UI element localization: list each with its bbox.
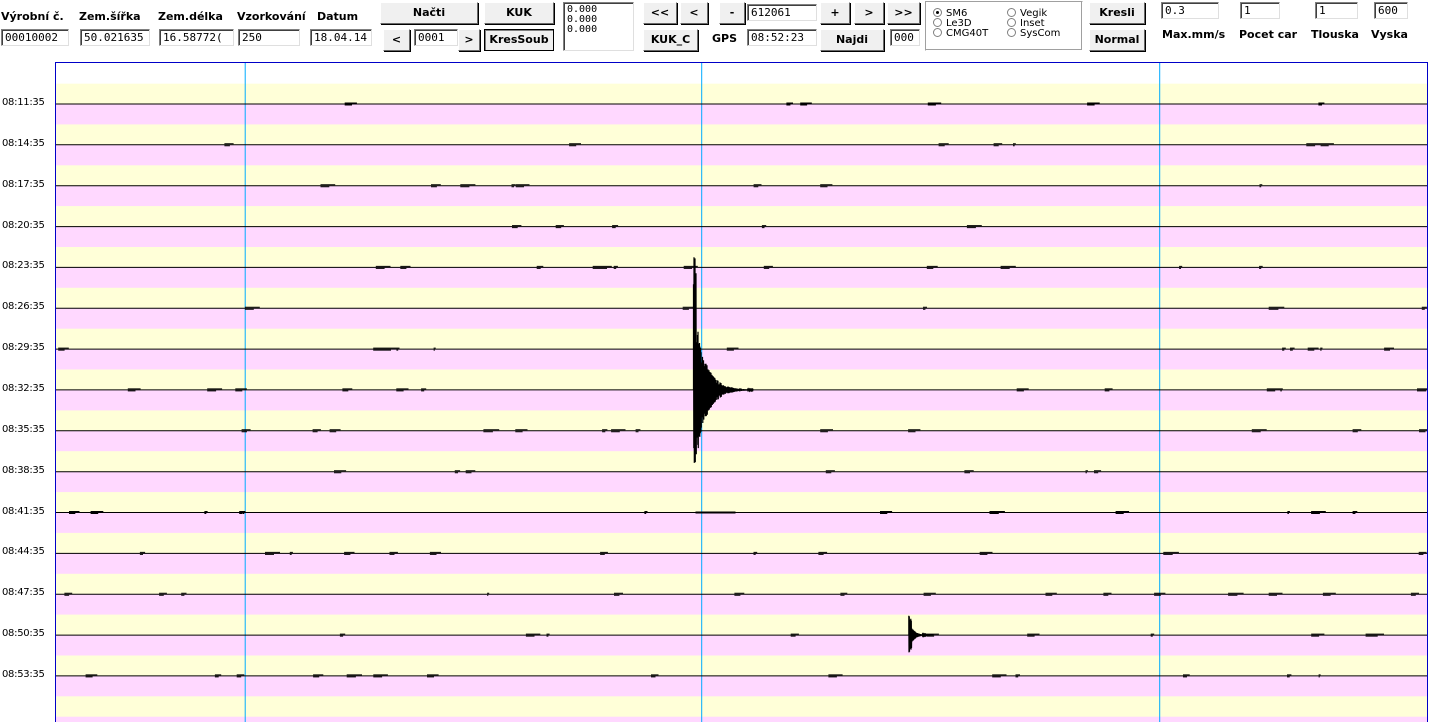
pink-band — [56, 267, 1427, 289]
yellow-band — [56, 492, 1427, 513]
longitude-input[interactable]: 16.58772( — [159, 29, 234, 46]
time-tick-label: 08:44:35 — [2, 546, 45, 558]
first-button[interactable]: << — [643, 2, 677, 24]
tlouska-input[interactable]: 1 — [1315, 2, 1358, 19]
pink-band — [56, 430, 1427, 452]
next-button[interactable]: > — [854, 2, 884, 24]
pink-band — [56, 471, 1427, 493]
sampling-input[interactable]: 250 — [238, 29, 300, 46]
counter-input[interactable]: 612061 — [747, 4, 817, 21]
toolbar: Výrobní č. Zem.šířka Zem.délka Vzorkován… — [0, 0, 1432, 60]
yellow-band — [56, 247, 1427, 268]
radio-icon — [1007, 18, 1016, 27]
readout-memo: 0.000 0.000 0.000 — [563, 2, 634, 51]
minus-button[interactable]: - — [719, 2, 745, 24]
seismogram-svg — [56, 63, 1427, 722]
yellow-band — [56, 696, 1427, 718]
sensor-option-syscom[interactable]: SysCom — [1007, 28, 1060, 39]
yellow-band — [56, 573, 1427, 595]
pink-band — [56, 635, 1427, 656]
serial-label: Výrobní č. — [1, 10, 64, 23]
pink-band — [56, 308, 1427, 330]
yellow-band — [56, 451, 1427, 473]
pink-band — [56, 185, 1427, 207]
pink-band — [56, 349, 1427, 370]
pink-band — [56, 512, 1427, 534]
vyska-label: Vyska — [1371, 28, 1408, 41]
time-tick-label: 08:32:35 — [2, 382, 45, 394]
next-file-button[interactable]: > — [458, 29, 480, 51]
time-tick-label: 08:29:35 — [2, 342, 45, 354]
yellow-band — [56, 287, 1427, 309]
sensor-option-cmg40t[interactable]: CMG40T — [933, 28, 988, 39]
yellow-band — [56, 83, 1427, 105]
time-tick-label: 08:23:35 — [2, 260, 45, 272]
last-button[interactable]: >> — [887, 2, 920, 24]
pink-band — [56, 390, 1427, 411]
time-tick-label: 08:11:35 — [2, 97, 45, 108]
seismogram-plot[interactable] — [55, 62, 1428, 722]
radio-icon — [933, 18, 942, 27]
radio-icon — [933, 28, 942, 37]
latitude-label: Zem.šířka — [79, 10, 141, 23]
yellow-band — [56, 410, 1427, 432]
sampling-label: Vzorkování — [237, 10, 306, 23]
yellow-band — [56, 532, 1427, 554]
date-label: Datum — [317, 10, 359, 23]
yellow-band — [56, 206, 1427, 227]
najdi-button[interactable]: Najdi — [820, 29, 884, 51]
max-mm-input[interactable]: 0.3 — [1161, 2, 1219, 19]
yellow-band — [56, 124, 1427, 146]
yellow-band — [56, 328, 1427, 350]
readout-line: 0.000 — [567, 24, 598, 35]
radio-icon — [1007, 8, 1016, 17]
serial-input[interactable]: 00010002 — [1, 29, 69, 46]
pocet-car-input[interactable]: 1 — [1240, 2, 1280, 19]
nacti-button[interactable]: Načti — [380, 2, 478, 24]
normal-button[interactable]: Normal — [1089, 29, 1145, 51]
kressoub-button[interactable]: KresSoub — [484, 29, 554, 51]
prev-file-button[interactable]: < — [383, 29, 410, 51]
max-mm-label: Max.mm/s — [1162, 28, 1226, 41]
pink-band — [56, 675, 1427, 697]
pink-band — [56, 104, 1427, 125]
yellow-band — [56, 614, 1427, 636]
kuk-c-button[interactable]: KUK_C — [643, 29, 698, 51]
prev-button[interactable]: < — [680, 2, 708, 24]
time-tick-label: 08:26:35 — [2, 301, 45, 313]
file-number-input[interactable]: 0001 — [414, 29, 458, 46]
small-input[interactable]: 000 — [890, 29, 920, 46]
pink-band — [56, 594, 1427, 616]
time-tick-label: 08:41:35 — [2, 505, 45, 517]
gps-label: GPS — [712, 32, 738, 45]
time-tick-label: 08:20:35 — [2, 219, 45, 231]
radio-selected-icon — [933, 8, 942, 17]
latitude-input[interactable]: 50.021635 — [80, 29, 150, 46]
time-tick-label: 08:14:35 — [2, 137, 45, 149]
plus-button[interactable]: + — [820, 2, 850, 24]
tlouska-label: Tlouska — [1311, 28, 1359, 41]
pink-band — [56, 226, 1427, 248]
yellow-band — [56, 655, 1427, 677]
longitude-label: Zem.délka — [158, 10, 223, 23]
top-margin — [56, 63, 1427, 84]
vyska-input[interactable]: 600 — [1374, 2, 1408, 19]
time-tick-label: 08:38:35 — [2, 464, 45, 476]
time-tick-label: 08:47:35 — [2, 587, 45, 599]
time-tick-label: 08:35:35 — [2, 423, 45, 435]
radio-icon — [1007, 28, 1016, 37]
time-tick-label: 08:17:35 — [2, 178, 45, 190]
kuk-button[interactable]: KUK — [484, 2, 554, 24]
time-tick-label: 08:53:35 — [2, 668, 45, 680]
gps-time-input[interactable]: 08:52:23 — [747, 29, 817, 46]
pink-band — [56, 553, 1427, 575]
pink-band — [56, 144, 1427, 166]
yellow-band — [56, 369, 1427, 391]
pocet-car-label: Pocet car — [1239, 28, 1298, 41]
pink-band — [56, 716, 1427, 722]
kresli-button[interactable]: Kresli — [1089, 2, 1145, 24]
date-input[interactable]: 18.04.14 — [310, 29, 372, 46]
yellow-band — [56, 165, 1427, 187]
time-tick-label: 08:50:35 — [2, 628, 45, 640]
